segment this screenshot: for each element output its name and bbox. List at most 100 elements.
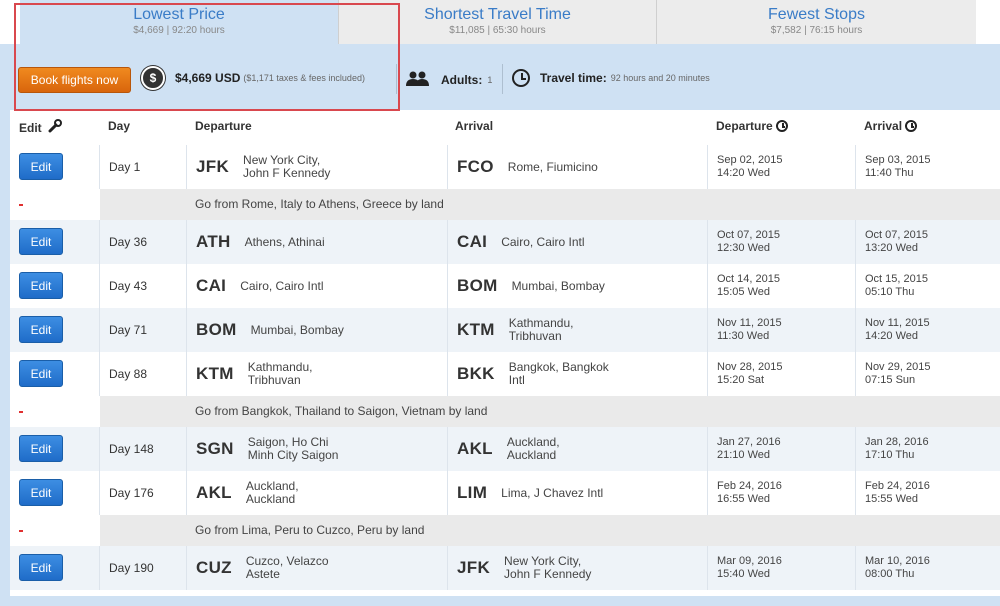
arrival-time: 15:55 Wed	[865, 493, 919, 505]
column-divider	[186, 352, 187, 396]
departure-city: Auckland, Auckland	[246, 480, 299, 506]
departure-code: SGN	[196, 439, 234, 458]
people-icon	[405, 71, 431, 90]
arrival-time: 05:10 Thu	[865, 286, 915, 298]
arrival-city: Bangkok, Bangkok Intl	[509, 361, 609, 387]
departure-date: Oct 14, 2015	[717, 273, 780, 285]
departure-city-line1: Saigon, Ho Chi	[247, 435, 329, 449]
table-header: Edit Day Departure Arrival Departure Arr…	[10, 110, 1000, 143]
land-segment-row: Go from Lima, Peru to Cuzco, Peru by lan…	[10, 515, 1000, 546]
arrival-city-line1: Bangkok, Bangkok	[508, 360, 609, 374]
arrival-code: AKL	[457, 439, 493, 458]
column-divider	[707, 427, 708, 471]
departure-code: CUZ	[196, 558, 232, 577]
column-divider	[99, 352, 100, 396]
clock-icon	[775, 120, 788, 132]
column-divider	[447, 352, 448, 396]
column-divider	[99, 546, 100, 590]
header-day: Day	[108, 119, 131, 133]
arrival-date: Jan 28, 2016	[865, 436, 929, 448]
arrival-airport: CAI Cairo, Cairo Intl	[457, 220, 585, 264]
adults-summary: Adults: 1	[405, 71, 493, 90]
arrival-city-line2: Tribhuvan	[508, 329, 562, 343]
departure-city-line2: Minh City Saigon	[247, 448, 339, 462]
arrival-city: New York City, John F Kennedy	[504, 555, 591, 581]
book-flights-button[interactable]: Book flights now	[18, 67, 131, 93]
column-divider	[707, 220, 708, 264]
arrival-city-line2: John F Kennedy	[504, 567, 592, 581]
header-arrival: Arrival	[455, 119, 494, 133]
departure-airport: CUZ Cuzco, Velazco Astete	[196, 546, 329, 590]
departure-date: Oct 07, 2015	[717, 229, 780, 241]
column-divider	[186, 145, 187, 189]
header-departure-time[interactable]: Departure	[716, 119, 788, 133]
arrival-city-line2: Intl	[508, 373, 525, 387]
departure-airport: ATH Athens, Athinai	[196, 220, 325, 264]
edit-button[interactable]: Edit	[19, 153, 63, 180]
edit-button[interactable]: Edit	[19, 554, 63, 581]
header-edit-label: Edit	[19, 120, 42, 135]
column-divider	[99, 264, 100, 308]
header-arrival-time[interactable]: Arrival	[864, 119, 918, 133]
departure-date: Nov 28, 2015	[717, 361, 783, 373]
departure-airport: CAI Cairo, Cairo Intl	[196, 264, 324, 308]
departure-datetime: Oct 14, 2015 15:05 Wed	[717, 264, 780, 308]
departure-city: Cuzco, Velazco Astete	[246, 555, 329, 581]
edit-button[interactable]: Edit	[19, 272, 63, 299]
departure-datetime: Mar 09, 2016 15:40 Wed	[717, 546, 782, 590]
adults-value: 1	[487, 75, 493, 85]
arrival-datetime: Mar 10, 2016 08:00 Thu	[865, 546, 930, 590]
price-summary: $ $4,669 USD ($1,171 taxes & fees includ…	[141, 66, 365, 90]
column-divider	[707, 546, 708, 590]
land-segment-text: Go from Bangkok, Thailand to Saigon, Vie…	[195, 404, 488, 418]
departure-datetime: Nov 28, 2015 15:20 Sat	[717, 352, 782, 396]
edit-button[interactable]: Edit	[19, 479, 63, 506]
tab-fewest-stops[interactable]: Fewest Stops $7,582 | 76:15 hours	[656, 0, 976, 44]
travel-value: 92 hours and 20 minutes	[610, 73, 710, 83]
arrival-code: KTM	[457, 320, 495, 339]
arrival-airport: BKK Bangkok, Bangkok Intl	[457, 352, 609, 396]
edit-button[interactable]: Edit	[19, 360, 63, 387]
column-divider	[447, 427, 448, 471]
departure-time: 15:40 Wed	[717, 568, 771, 580]
departure-date: Jan 27, 2016	[717, 436, 781, 448]
land-segment-text: Go from Rome, Italy to Athens, Greece by…	[195, 197, 444, 211]
clock-icon	[905, 120, 918, 132]
edit-button[interactable]: Edit	[19, 228, 63, 255]
departure-datetime: Jan 27, 2016 21:10 Wed	[717, 427, 781, 471]
tab-shortest-travel-time[interactable]: Shortest Travel Time $11,085 | 65:30 hou…	[338, 0, 656, 44]
departure-datetime: Sep 02, 2015 14:20 Wed	[717, 145, 782, 189]
column-divider	[186, 471, 187, 515]
arrival-time: 11:40 Thu	[865, 167, 914, 179]
land-marker	[19, 204, 23, 206]
arrival-time: 08:00 Thu	[865, 568, 915, 580]
arrival-date: Feb 24, 2016	[865, 480, 930, 492]
departure-city-line1: Cuzco, Velazco	[245, 554, 329, 568]
tab-subtitle: $4,669 | 92:20 hours	[133, 25, 225, 36]
arrival-city-line1: Mumbai, Bombay	[511, 278, 605, 293]
tab-lowest-price[interactable]: Lowest Price $4,669 | 92:20 hours	[20, 0, 338, 44]
arrival-code: LIM	[457, 483, 488, 502]
column-divider	[186, 546, 187, 590]
table-row: Edit Day 148 SGN Saigon, Ho Chi Minh City Sa…	[10, 427, 1000, 471]
table-row: Edit Day 176 AKL Auckland, Auckland LIM Lima, …	[10, 471, 1000, 515]
column-divider	[186, 264, 187, 308]
departure-datetime: Oct 07, 2015 12:30 Wed	[717, 220, 780, 264]
arrival-city: Kathmandu, Tribhuvan	[509, 317, 574, 343]
edit-button[interactable]: Edit	[19, 435, 63, 462]
arrival-airport: BOM Mumbai, Bombay	[457, 264, 605, 308]
column-divider	[447, 264, 448, 308]
departure-city-line1: Athens, Athinai	[244, 234, 325, 249]
column-divider	[447, 546, 448, 590]
departure-time: 14:20 Wed	[717, 167, 771, 179]
arrival-city: Lima, J Chavez Intl	[501, 486, 603, 500]
arrival-city-line2: Auckland	[506, 448, 557, 462]
table-row: Edit Day 190 CUZ Cuzco, Velazco Astete JFK New…	[10, 546, 1000, 590]
departure-city-line1: Kathmandu,	[247, 360, 313, 374]
column-divider	[447, 308, 448, 352]
departure-airport: SGN Saigon, Ho Chi Minh City Saigon	[196, 427, 338, 471]
departure-city: Kathmandu, Tribhuvan	[248, 361, 313, 387]
land-segment-text: Go from Lima, Peru to Cuzco, Peru by lan…	[195, 523, 425, 537]
tab-title: Lowest Price	[133, 6, 225, 23]
edit-button[interactable]: Edit	[19, 316, 63, 343]
